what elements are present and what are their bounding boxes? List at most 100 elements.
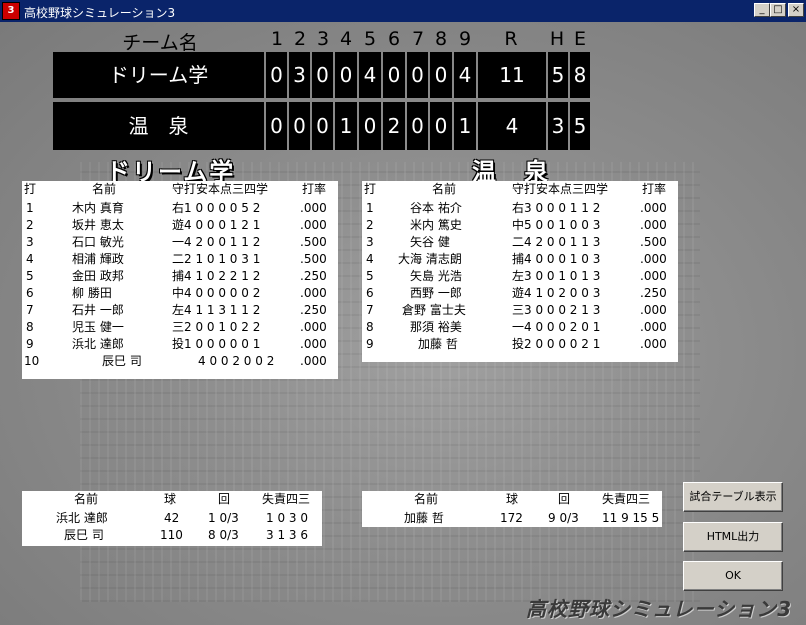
- window-title: 高校野球シミュレーション3: [24, 6, 176, 20]
- inning-score: 0: [266, 52, 287, 98]
- batting-order: 5: [26, 269, 34, 283]
- batting-stats: 左4 1 1 3 1 1 2: [172, 303, 261, 317]
- pitcher-name: 浜北 達郎: [56, 511, 108, 525]
- scoreboard-team-header: チーム名: [122, 32, 198, 54]
- inning-score: 0: [430, 102, 452, 150]
- player-name: 倉野 富士夫: [402, 303, 466, 317]
- player-name: 柳 勝田: [72, 286, 112, 300]
- batting-stats: 一4 0 0 0 2 0 1: [512, 320, 601, 334]
- avg-header: 打率: [642, 182, 667, 196]
- batting-average: .000: [300, 286, 327, 300]
- inning-header: 4: [339, 28, 353, 50]
- pitching-stats: 1 0 3 0: [266, 511, 308, 525]
- player-name: 石井 一郎: [72, 303, 124, 317]
- table-row: 4 大海 清志朗 捕4 0 0 0 1 0 3 .000: [362, 251, 678, 268]
- batting-order: 10: [24, 354, 40, 368]
- batting-average: .250: [300, 303, 327, 317]
- batting-order: 1: [26, 201, 34, 215]
- pitching-stats: 3 1 3 6: [266, 528, 308, 542]
- batting-order: 2: [26, 218, 34, 232]
- ok-button[interactable]: OK: [683, 561, 783, 591]
- inning-score: 0: [383, 52, 405, 98]
- player-name: 浜北 達郎: [72, 337, 124, 351]
- batting-stats: 投2 0 0 0 0 2 1: [512, 337, 601, 351]
- pitches-header: 球: [164, 492, 177, 506]
- batting-header-row: 打 名前 守打安本点三四学 打率: [22, 181, 338, 198]
- hits-total: 5: [548, 52, 568, 98]
- pitcher-name: 辰巳 司: [64, 528, 104, 542]
- home-pitching-panel: 名前 球 回 失責四三 浜北 達郎 42 1 0/3 1 0 3 0 辰巳 司 110 8…: [22, 491, 322, 546]
- batting-order: 3: [26, 235, 34, 249]
- batting-average: .000: [300, 218, 327, 232]
- table-row: 5 矢島 光浩 左3 0 0 1 0 1 3 .000: [362, 268, 678, 285]
- batting-stats: 遊4 0 0 0 1 2 1: [172, 218, 261, 232]
- table-row: 7 倉野 富士夫 三3 0 0 0 2 1 3 .000: [362, 302, 678, 319]
- minimize-button[interactable]: _: [754, 3, 770, 17]
- batting-stats: 中5 0 0 1 0 0 3: [512, 218, 601, 232]
- batting-average: .250: [640, 286, 667, 300]
- inning-score: 0: [266, 102, 287, 150]
- runs-header: R: [504, 28, 518, 50]
- player-name: 大海 清志朗: [398, 252, 462, 266]
- hits-header: H: [549, 28, 565, 50]
- title-bar[interactable]: 3 高校野球シミュレーション3 _ □ ×: [0, 0, 806, 22]
- pitching-header-row: 名前 球 回 失責四三: [22, 491, 322, 508]
- batting-average: .500: [300, 252, 327, 266]
- html-export-button[interactable]: HTML出力: [683, 522, 783, 552]
- order-header: 打: [24, 182, 37, 196]
- batting-stats: 4 0 0 2 0 0 2: [198, 354, 275, 368]
- stats-header: 守打安本点三四学: [512, 182, 609, 196]
- batting-order: 4: [26, 252, 34, 266]
- player-name: 矢島 光浩: [410, 269, 462, 283]
- batting-stats: 二4 2 0 0 1 1 3: [512, 235, 601, 249]
- batting-order: 6: [366, 286, 374, 300]
- name-header: 名前: [92, 182, 117, 196]
- player-name: 児玉 健一: [72, 320, 124, 334]
- errors-header: E: [573, 28, 586, 50]
- table-row: 8 那須 裕美 一4 0 0 0 2 0 1 .000: [362, 319, 678, 336]
- batting-average: .000: [300, 320, 327, 334]
- table-row: 5 金田 政邦 捕4 1 0 2 2 1 2 .250: [22, 268, 338, 285]
- stats-header: 守打安本点三四学: [172, 182, 269, 196]
- inning-score: 0: [407, 102, 428, 150]
- app-icon[interactable]: 3: [2, 2, 20, 20]
- table-row: 4 相浦 輝政 二2 1 0 1 0 3 1 .500: [22, 251, 338, 268]
- close-button[interactable]: ×: [788, 3, 804, 17]
- game-table-button[interactable]: 試合テーブル表示: [683, 482, 783, 512]
- avg-header: 打率: [302, 182, 327, 196]
- inning-score: 2: [383, 102, 405, 150]
- pitching-stats-header: 失責四三: [602, 492, 651, 506]
- away-pitching-panel: 名前 球 回 失責四三 加藤 哲 172 9 0/3 11 9 15 5: [362, 491, 662, 527]
- inning-score: 1: [454, 102, 476, 150]
- name-header: 名前: [432, 182, 457, 196]
- batting-average: .000: [640, 201, 667, 215]
- pitcher-name: 加藤 哲: [404, 511, 444, 525]
- table-row: 9 加藤 哲 投2 0 0 0 0 2 1 .000: [362, 336, 678, 353]
- pitching-stats-header: 失責四三: [262, 492, 311, 506]
- player-name: 矢谷 健: [410, 235, 450, 249]
- batting-order: 5: [366, 269, 374, 283]
- inning-score: 0: [359, 102, 381, 150]
- inning-score: 4: [454, 52, 476, 98]
- inning-score: 3: [289, 52, 310, 98]
- innings-pitched: 8 0/3: [208, 528, 239, 542]
- batting-order: 3: [366, 235, 374, 249]
- batting-order: 2: [366, 218, 374, 232]
- scoreboard-team-name: ドリーム学: [53, 52, 264, 98]
- table-row: 2 米内 篤史 中5 0 0 1 0 0 3 .000: [362, 217, 678, 234]
- player-name: 那須 裕美: [410, 320, 462, 334]
- batting-order: 8: [366, 320, 374, 334]
- batting-average: .250: [300, 269, 327, 283]
- table-row: 8 児玉 健一 三2 0 0 1 0 2 2 .000: [22, 319, 338, 336]
- inning-score: 1: [335, 102, 357, 150]
- table-row: 6 柳 勝田 中4 0 0 0 0 0 2 .000: [22, 285, 338, 302]
- pitch-count: 110: [160, 528, 183, 542]
- player-name: 米内 篤史: [410, 218, 462, 232]
- home-batting-panel: 打 名前 守打安本点三四学 打率 1 木内 真育 右1 0 0 0 0 5 2 .00…: [22, 181, 338, 379]
- inning-header: 3: [316, 28, 330, 50]
- batting-stats: 三2 0 0 1 0 2 2: [172, 320, 261, 334]
- content-area: チーム名 1 2 3 4 5 6 7 8 9 R H E ドリーム学 0 3 0…: [0, 22, 806, 625]
- batting-average: .000: [640, 337, 667, 351]
- batting-order: 7: [26, 303, 34, 317]
- maximize-button[interactable]: □: [770, 3, 786, 17]
